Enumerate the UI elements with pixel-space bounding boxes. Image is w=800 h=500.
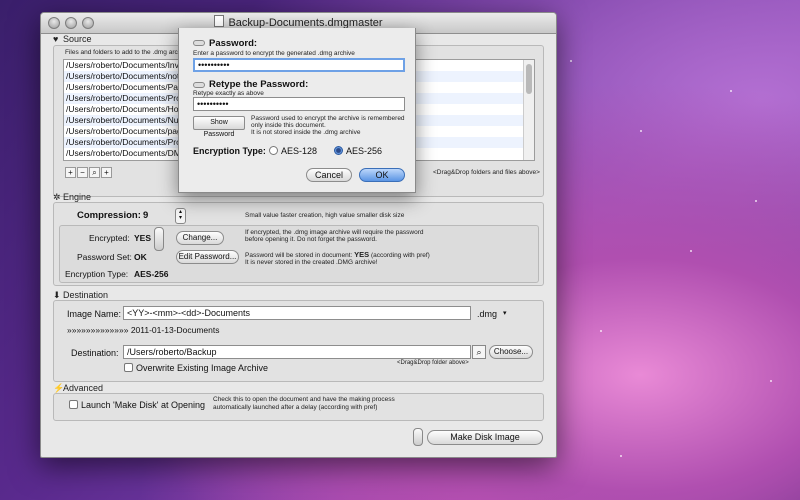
choose-destination-button[interactable]: Choose...: [489, 345, 533, 359]
destination-heading-label: Destination: [63, 290, 109, 300]
star: [570, 60, 572, 62]
list-scrollbar[interactable]: [523, 60, 534, 160]
overwrite-label: Overwrite Existing Image Archive: [136, 363, 269, 373]
source-heading[interactable]: ♥ Source: [53, 34, 92, 44]
zoom-button[interactable]: [82, 17, 94, 29]
document-icon: [214, 15, 225, 27]
aes-128-label: AES-128: [281, 146, 318, 156]
aes-128-radio[interactable]: [269, 146, 278, 155]
compression-label: Compression:: [77, 210, 141, 221]
image-name-preview: »»»»»»»»»»»»» 2011-01-13-Documents: [67, 325, 220, 335]
star: [640, 130, 642, 132]
destination-drag-hint: <Drag&Drop folder above>: [397, 360, 469, 366]
star: [620, 455, 622, 457]
show-hint-3: It is not stored inside the .dmg archive: [251, 129, 361, 136]
star: [600, 330, 602, 332]
aes-256-radio[interactable]: [334, 146, 343, 155]
password-set-value: OK: [134, 252, 147, 262]
cancel-button[interactable]: Cancel: [306, 168, 352, 182]
retype-password-input[interactable]: ••••••••••: [193, 97, 405, 111]
key-icon: [193, 40, 205, 46]
add-file-button[interactable]: +: [65, 167, 76, 178]
overwrite-checkbox[interactable]: [124, 363, 133, 372]
reveal-destination-button[interactable]: ⌕: [472, 345, 486, 359]
password-set-label: Password Set:: [77, 252, 132, 262]
minimize-button[interactable]: [65, 17, 77, 29]
encryption-type-label: Encryption Type:: [65, 269, 129, 279]
close-button[interactable]: [48, 17, 60, 29]
retype-label: Retype the Password:: [209, 79, 309, 90]
encryption-type-value: AES-256: [134, 269, 169, 279]
star: [770, 380, 772, 382]
password-sheet: Password: Enter a password to encrypt th…: [178, 28, 416, 193]
source-heading-label: Source: [63, 34, 92, 44]
show-password-button[interactable]: Show Password: [193, 116, 245, 138]
password-label: Password:: [209, 38, 258, 49]
compression-stepper[interactable]: ▴ ▾: [175, 208, 186, 224]
lock-icon: [413, 428, 423, 446]
image-name-label: Image Name:: [67, 309, 122, 319]
stepper-arrows-icon: ▴ ▾: [178, 209, 182, 221]
password-hint-1b: YES: [354, 250, 370, 259]
aes-256-label: AES-256: [346, 146, 383, 156]
extension-label: .dmg: [477, 309, 498, 319]
password-hint-1c: (according with pref): [370, 252, 430, 259]
edit-password-button[interactable]: Edit Password...: [176, 250, 239, 264]
lock-icon: [154, 227, 164, 251]
password-hint-2: It is never stored in the created .DMG a…: [245, 259, 378, 266]
destination-label: Destination:: [71, 348, 119, 358]
ok-button[interactable]: OK: [359, 168, 405, 182]
source-hint: Files and folders to add to the .dmg arc…: [65, 49, 190, 56]
star: [755, 200, 757, 202]
launch-label: Launch 'Make Disk' at Opening: [81, 400, 206, 410]
encrypted-label: Encrypted:: [89, 233, 130, 243]
destination-input[interactable]: /Users/roberto/Backup: [123, 345, 471, 359]
launch-hint-2: automatically launched after a delay (ac…: [213, 404, 378, 411]
key-icon: [193, 82, 205, 88]
password-hint: Enter a password to encrypt the generate…: [193, 50, 355, 57]
password-hint-1a: Password will be stored in document:: [245, 252, 353, 259]
engine-heading-label: Engine: [63, 192, 92, 202]
launch-hint-1: Check this to open the document and have…: [213, 396, 395, 403]
scroll-thumb[interactable]: [526, 64, 532, 94]
dialog-encryption-type-label: Encryption Type:: [193, 146, 266, 156]
star: [730, 90, 732, 92]
compression-value: 9: [143, 210, 149, 221]
advanced-heading-label: Advanced: [63, 383, 104, 393]
image-name-input[interactable]: <YY>-<mm>-<dd>-Documents: [123, 306, 471, 320]
extension-popup-arrow-icon[interactable]: ▾: [503, 309, 507, 317]
change-encryption-button[interactable]: Change...: [176, 231, 224, 245]
make-disk-image-button[interactable]: Make Disk Image: [427, 430, 543, 445]
remove-file-button[interactable]: −: [77, 167, 88, 178]
source-drag-hint: <Drag&Drop folders and files above>: [433, 169, 540, 176]
action-button[interactable]: +: [101, 167, 112, 178]
magnifier-icon: ⌕: [92, 168, 97, 177]
password-input[interactable]: ••••••••••: [193, 58, 405, 72]
launch-checkbox[interactable]: [69, 400, 78, 409]
reveal-file-button[interactable]: ⌕: [89, 167, 100, 178]
star: [690, 250, 692, 252]
magnifier-icon: ⌕: [476, 347, 482, 357]
encrypted-hint-2: before opening it. Do not forget the pas…: [245, 236, 377, 243]
compression-hint: Small value faster creation, high value …: [245, 212, 405, 219]
encrypted-value: YES: [134, 233, 152, 243]
heart-disclosure-icon: ♥: [53, 34, 59, 44]
